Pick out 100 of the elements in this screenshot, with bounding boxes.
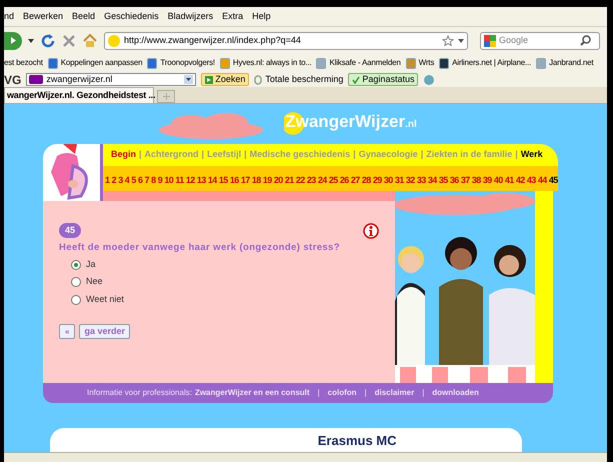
footer-link[interactable]: downloaden xyxy=(432,386,479,399)
page-status-button[interactable]: Paginastatus xyxy=(348,73,418,86)
question-link[interactable]: 45 xyxy=(548,174,558,188)
question-link[interactable]: 43 xyxy=(526,174,536,188)
question-link[interactable]: 8 xyxy=(151,174,156,188)
toolbar-search-field[interactable]: zwangerwijzer.nl xyxy=(26,73,196,86)
arrow-icon xyxy=(205,76,214,84)
question-link[interactable]: 2 xyxy=(112,174,116,188)
menu-item[interactable]: Beeld xyxy=(72,10,96,24)
separator: | xyxy=(243,148,248,161)
section-link[interactable]: Werk xyxy=(520,148,543,162)
partner-logo: Erasmus MC xyxy=(318,434,396,450)
question-link[interactable]: 40 xyxy=(494,174,503,188)
question-link[interactable]: 5 xyxy=(131,174,136,188)
radio-button[interactable] xyxy=(71,277,81,288)
bookmark-icon xyxy=(439,58,450,68)
search-field[interactable]: Google xyxy=(499,34,577,48)
question-link[interactable]: 18 xyxy=(252,174,261,188)
question-link[interactable]: 44 xyxy=(538,174,547,188)
question-link[interactable]: 25 xyxy=(328,174,338,188)
question-link[interactable]: 1 xyxy=(105,174,110,188)
question-link[interactable]: 4 xyxy=(124,174,130,188)
question-link[interactable]: 39 xyxy=(482,174,492,188)
dropdown-icon xyxy=(184,75,194,84)
menu-item[interactable]: nd xyxy=(4,10,14,24)
bookmark-link[interactable]: est bezocht xyxy=(4,57,43,69)
menu-item[interactable]: Geschiedenis xyxy=(104,10,159,24)
question-link[interactable]: 23 xyxy=(306,174,316,188)
question-link[interactable]: 27 xyxy=(350,174,360,188)
search-icon xyxy=(580,35,591,46)
question-link[interactable]: 36 xyxy=(450,174,459,188)
bookmark-link[interactable]: Airliners.net | Airplane... xyxy=(439,57,532,69)
question-link[interactable]: 7 xyxy=(144,174,149,188)
separator: | xyxy=(364,386,368,399)
question-link[interactable]: 19 xyxy=(262,174,272,188)
menu-item[interactable]: Help xyxy=(252,10,271,24)
close-icon xyxy=(62,34,76,48)
protection-link[interactable]: Totale bescherming xyxy=(254,72,344,86)
forward-button[interactable] xyxy=(4,32,22,50)
separator: | xyxy=(421,386,426,399)
question-link[interactable]: 34 xyxy=(428,174,437,188)
bookmark-link[interactable]: Hyves.nl: always in to... xyxy=(220,57,312,69)
info-icon xyxy=(363,222,379,239)
question-link[interactable]: 32 xyxy=(406,174,415,188)
search-button[interactable]: Zoeken xyxy=(201,73,250,86)
radio-button[interactable] xyxy=(71,260,81,270)
question-link[interactable]: 42 xyxy=(516,174,525,188)
question-link[interactable]: 3 xyxy=(118,174,123,188)
radio-option[interactable]: Nee xyxy=(71,275,379,289)
question-link[interactable]: 13 xyxy=(196,174,206,188)
search-engine-icon xyxy=(484,34,496,46)
question-link[interactable]: 17 xyxy=(240,174,250,188)
bookmark-icon xyxy=(48,58,58,68)
question-link[interactable]: 33 xyxy=(416,174,426,188)
question-link[interactable]: 29 xyxy=(372,174,382,188)
address-bar[interactable]: http://www.zwangerwijzer.nl/index.php?q=44 xyxy=(104,32,468,50)
browser-tab[interactable]: wangerWijzer.nl. Gezondheidstest ... xyxy=(4,87,154,103)
bookmark-link[interactable]: Koppelingen aanpassen xyxy=(48,57,142,69)
section-link[interactable]: Begin xyxy=(111,148,136,162)
back-button[interactable]: « xyxy=(59,324,76,340)
toolbar-logo: VG xyxy=(4,72,22,88)
menu-item[interactable]: Bladwijzers xyxy=(168,10,214,24)
next-button[interactable]: ga verder xyxy=(79,324,130,340)
question-link[interactable]: 21 xyxy=(284,174,294,188)
question-link[interactable]: 9 xyxy=(158,174,162,188)
question-link[interactable]: 20 xyxy=(274,174,283,188)
separator: | xyxy=(352,148,357,161)
question-link[interactable]: 14 xyxy=(208,174,217,188)
question-link[interactable]: 12 xyxy=(186,174,195,188)
question-link[interactable]: 11 xyxy=(175,174,184,188)
radio-option[interactable]: Ja xyxy=(71,258,379,272)
question-link[interactable]: 30 xyxy=(384,174,393,188)
question-link[interactable]: 16 xyxy=(230,174,239,188)
search-bar[interactable]: Google xyxy=(480,32,600,50)
bookmark-link[interactable]: Janbrand.net xyxy=(536,57,594,69)
question-link[interactable]: 35 xyxy=(438,174,448,188)
question-link[interactable]: 6 xyxy=(138,174,142,188)
question-link[interactable]: 26 xyxy=(340,174,349,188)
question-link[interactable]: 31 xyxy=(394,174,404,188)
bookmark-link[interactable]: Kliksafe - Aanmelden xyxy=(316,57,401,69)
menu-item[interactable]: Bewerken xyxy=(23,10,64,24)
bookmark-link[interactable]: Wrts xyxy=(406,57,434,69)
question-link[interactable]: 22 xyxy=(296,174,305,188)
question-link[interactable]: 24 xyxy=(318,174,327,188)
bookmark-icon xyxy=(406,58,416,68)
footer-link[interactable]: ZwangerWijzer en een consult xyxy=(194,386,310,399)
radio-option[interactable]: Weet niet xyxy=(71,292,379,306)
question-link[interactable]: 10 xyxy=(164,174,174,188)
menu-item[interactable]: Extra xyxy=(222,10,244,24)
question-link[interactable]: 15 xyxy=(218,174,228,188)
question-link[interactable]: 41 xyxy=(504,174,514,188)
footer-link[interactable]: disclaimer xyxy=(374,386,414,399)
footer-link[interactable]: colofon xyxy=(328,386,357,399)
question-text: Heeft de moeder vanwege haar werk (ongezonde) stress? xyxy=(59,240,341,255)
question-link[interactable]: 38 xyxy=(472,174,481,188)
radio-button[interactable] xyxy=(71,294,81,305)
bookmark-link[interactable]: Troonopvolgers! xyxy=(147,57,215,69)
question-number-badge: 45 xyxy=(59,223,82,238)
question-link[interactable]: 37 xyxy=(460,174,470,188)
question-link[interactable]: 28 xyxy=(362,174,371,188)
